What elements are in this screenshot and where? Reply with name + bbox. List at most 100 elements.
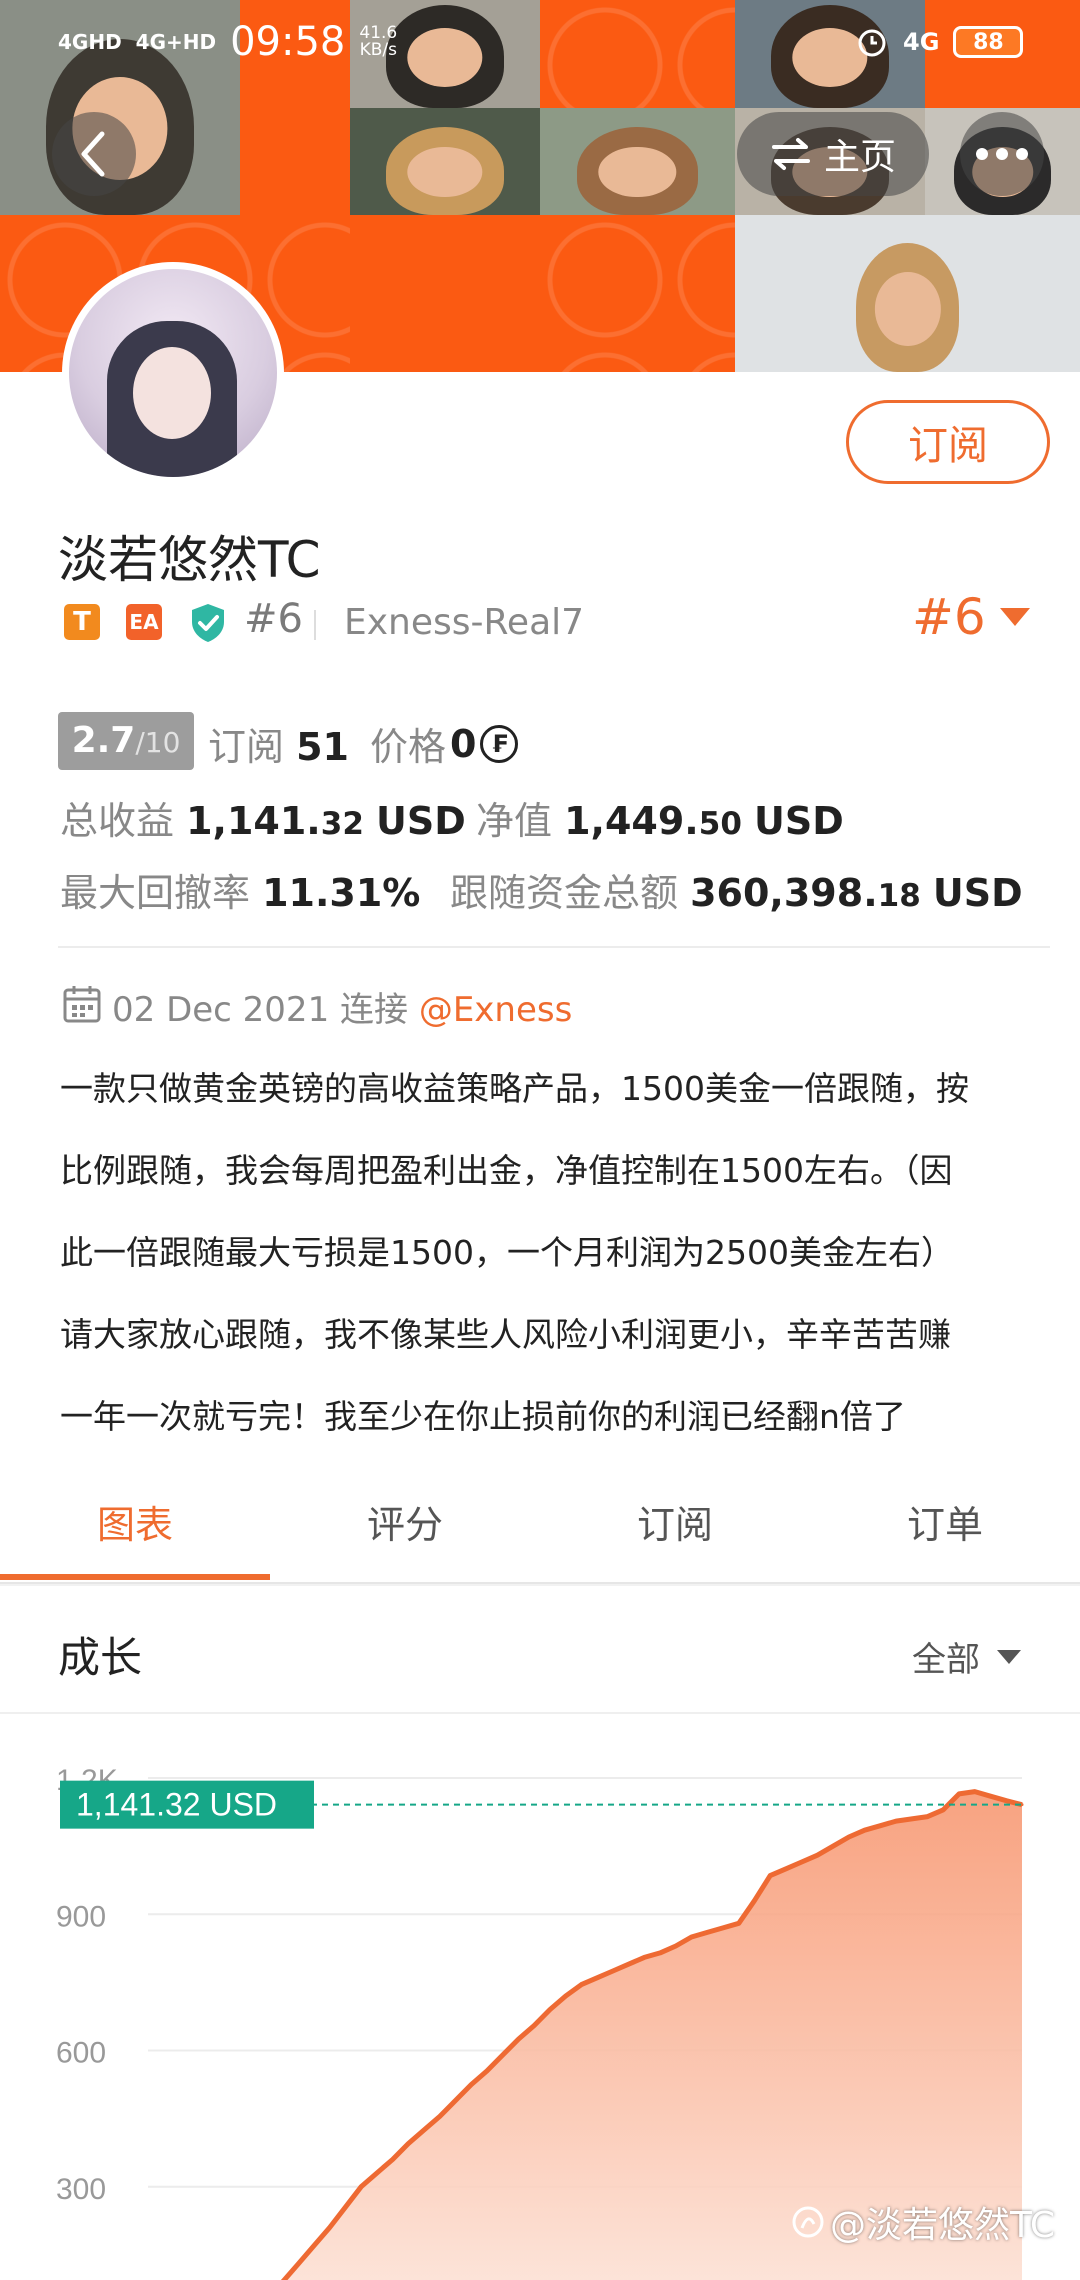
data-point xyxy=(642,1955,646,1959)
growth-title: 成长 xyxy=(58,1633,143,1682)
data-point xyxy=(674,1944,678,1948)
battery-indicator: 88 xyxy=(953,26,1024,58)
subscribe-stat-count: 51 xyxy=(296,725,349,769)
banner-pattern xyxy=(540,215,735,372)
tab-active-indicator xyxy=(0,1574,270,1580)
network-speed-unit: KB/s xyxy=(359,40,398,60)
tab-subscriptions[interactable]: 订阅 xyxy=(540,1490,810,1560)
subscribe-button[interactable]: 订阅 xyxy=(846,400,1050,484)
watermark: @淡若悠然TC xyxy=(790,2196,1055,2248)
back-arrow-icon xyxy=(81,131,105,177)
data-point xyxy=(516,2037,520,2041)
drawdown-value: 11.31% xyxy=(262,871,421,915)
description-line: 请大家放心跟随，我不像某些人风险小利润更小，辛辛苦苦赚 xyxy=(60,1315,951,1354)
signal-indicator: 4GHD xyxy=(58,30,122,54)
section-divider xyxy=(58,946,1050,948)
price-label: 价格 xyxy=(370,725,447,769)
description-line: 一款只做黄金英镑的高收益策略产品，1500美金一倍跟随，按 xyxy=(60,1069,969,1108)
caret-down-icon xyxy=(997,1649,1021,1664)
rank-dropdown-label: #6 xyxy=(912,588,986,646)
total-profit-stat: 总收益 1,141.32 USD xyxy=(60,790,466,845)
tab-chart[interactable]: 图表 xyxy=(0,1490,270,1560)
data-point xyxy=(375,2171,379,2175)
data-point xyxy=(863,1828,867,1832)
rank-label: #6 xyxy=(244,596,303,642)
total-profit-int: 1,141. xyxy=(186,799,321,843)
equity-stat: 净值 1,449.50 USD xyxy=(476,790,844,845)
data-point xyxy=(658,1951,662,1955)
data-point xyxy=(847,1835,851,1839)
more-button[interactable] xyxy=(960,112,1044,196)
data-point xyxy=(564,1994,568,1998)
data-point xyxy=(391,2158,395,2161)
tab-orders[interactable]: 订单 xyxy=(810,1490,1080,1560)
currency-coin-icon: ₣ xyxy=(480,724,519,763)
growth-filter-label: 全部 xyxy=(912,1640,980,1680)
data-point xyxy=(532,2024,536,2028)
data-point xyxy=(957,1792,961,1796)
data-point xyxy=(989,1794,993,1798)
alarm-icon xyxy=(858,29,886,57)
tab-rating[interactable]: 评分 xyxy=(270,1490,540,1560)
data-point xyxy=(973,1790,977,1794)
avatar[interactable] xyxy=(62,262,284,484)
data-point xyxy=(768,1874,772,1878)
connection-info: 02 Dec 2021 连接 @Exness xyxy=(112,982,572,1031)
badge-ea: EA xyxy=(126,604,162,640)
equity-int: 1,449. xyxy=(564,799,699,843)
follow-funds-unit: USD xyxy=(932,871,1023,915)
badge-t: T xyxy=(64,604,100,640)
data-point xyxy=(831,1844,835,1848)
growth-filter-dropdown[interactable]: 全部 xyxy=(912,1632,1022,1681)
weibo-logo-icon xyxy=(792,2206,824,2238)
trader-name: 淡若悠然TC xyxy=(58,531,321,589)
banner-photo xyxy=(540,108,735,215)
data-point xyxy=(501,2053,505,2057)
home-button[interactable]: 主页 xyxy=(737,112,929,196)
data-point xyxy=(784,1867,788,1871)
equity-unit: USD xyxy=(753,799,844,843)
total-profit-label: 总收益 xyxy=(60,799,175,843)
broker-link[interactable]: @Exness xyxy=(419,990,573,1030)
caret-down-icon xyxy=(999,608,1030,626)
data-point xyxy=(422,2128,426,2132)
description-line: 此一倍跟随最大亏损是1500，一个月利润为2500美金左右） xyxy=(60,1233,954,1272)
subscribe-stat: 订阅 51 xyxy=(208,716,349,771)
back-button[interactable] xyxy=(52,112,136,196)
calendar-icon xyxy=(63,986,101,1023)
description-line: 一年一次就亏完！我至少在你止损前你的利润已经翻n倍了 xyxy=(60,1397,906,1436)
data-point xyxy=(627,1962,631,1966)
score-badge: 2.7 /10 xyxy=(58,712,194,770)
data-point xyxy=(485,2069,489,2073)
home-label: 主页 xyxy=(823,137,896,178)
divider xyxy=(314,610,316,640)
drawdown-label: 最大回撤率 xyxy=(60,871,251,915)
data-point xyxy=(705,1930,709,1934)
data-point xyxy=(438,2114,442,2118)
price-stat: 价格 0 ₣ xyxy=(370,716,519,771)
currency-coin-symbol: ₣ xyxy=(491,729,508,758)
data-point xyxy=(800,1860,804,1864)
data-point xyxy=(454,2098,458,2102)
equity-dec: 50 xyxy=(698,806,742,842)
data-point xyxy=(595,1976,599,1980)
banner-tile xyxy=(350,215,540,372)
data-point xyxy=(406,2142,410,2146)
data-point xyxy=(328,2226,332,2230)
score-value: 2.7 xyxy=(71,720,136,761)
drawdown-stat: 最大回撤率 11.31% xyxy=(60,862,420,917)
follow-funds-int: 360,398. xyxy=(690,871,878,915)
network-type: 4G xyxy=(903,28,940,56)
growth-chart[interactable]: 1.2K900600300 1,141.32 USD xyxy=(0,1710,1080,2280)
rank-dropdown[interactable]: #6 xyxy=(912,588,1032,646)
signal-indicator: 4G+HD xyxy=(135,30,217,54)
verified-shield-icon xyxy=(192,604,224,642)
watermark-text: @淡若悠然TC xyxy=(830,2205,1056,2246)
banner-tile xyxy=(240,108,350,215)
current-value-label: 1,141.32 USD xyxy=(76,1787,277,1823)
data-point xyxy=(752,1899,756,1903)
swap-icon xyxy=(771,138,810,170)
follow-funds-dec: 18 xyxy=(877,878,921,914)
data-point xyxy=(296,2262,300,2266)
y-tick-label: 600 xyxy=(56,2037,106,2070)
